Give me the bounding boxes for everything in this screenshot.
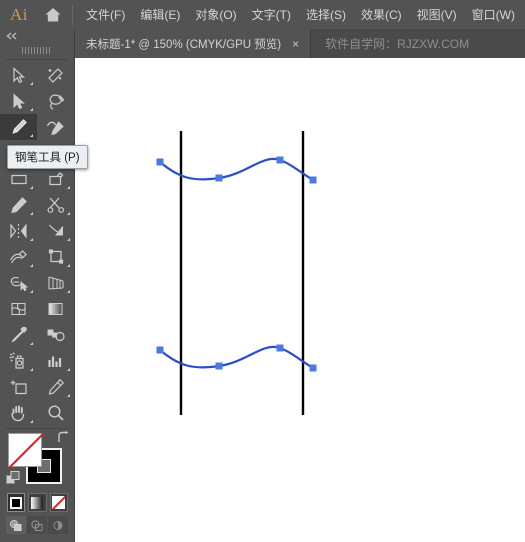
tool-grid <box>0 62 74 426</box>
wave-path-top[interactable] <box>159 157 314 181</box>
perspective-grid-tool[interactable] <box>37 270 74 296</box>
tool-flyout-indicator <box>67 238 70 241</box>
anchor-point[interactable] <box>276 344 284 352</box>
pen-tool[interactable] <box>0 114 37 140</box>
tool-flyout-indicator <box>67 212 70 215</box>
menu-view[interactable]: 视图(V) <box>410 2 464 27</box>
selection-tool[interactable] <box>0 62 37 88</box>
artboard-tool[interactable] <box>0 374 37 400</box>
rectangle-tool[interactable] <box>0 166 37 192</box>
menu-object[interactable]: 对象(O) <box>188 2 243 27</box>
panel-drag-handle[interactable] <box>0 43 74 57</box>
paintbrush-tool[interactable] <box>37 166 74 192</box>
color-mode-button[interactable] <box>7 493 26 512</box>
column-graph-tool[interactable] <box>37 348 74 374</box>
collapse-panel-icon[interactable] <box>0 29 74 43</box>
tools-panel <box>0 29 75 542</box>
tool-flyout-indicator <box>30 134 33 137</box>
menu-divider <box>72 4 73 25</box>
document-tab[interactable]: 未标题-1* @ 150% (CMYK/GPU 预览) × <box>75 29 312 58</box>
document-canvas[interactable] <box>75 58 525 542</box>
menu-file[interactable]: 文件(F) <box>79 2 132 27</box>
menu-select[interactable]: 选择(S) <box>299 2 353 27</box>
rotate-tool[interactable] <box>0 218 37 244</box>
shape-builder-tool[interactable] <box>0 270 37 296</box>
symbol-sprayer-tool[interactable] <box>0 348 37 374</box>
anchor-point[interactable] <box>215 362 223 370</box>
blend-tool[interactable] <box>37 322 74 348</box>
anchor-point[interactable] <box>276 156 284 164</box>
free-transform-tool[interactable] <box>37 244 74 270</box>
app-logo: Ai <box>10 4 28 24</box>
tool-flyout-indicator <box>67 186 70 189</box>
color-mode-group <box>0 491 75 512</box>
default-fill-stroke-icon[interactable] <box>6 471 21 491</box>
tool-flyout-indicator <box>30 368 33 371</box>
eyedropper-tool[interactable] <box>0 322 37 348</box>
draw-behind-button[interactable] <box>27 516 47 534</box>
none-mode-button[interactable] <box>49 493 68 512</box>
magic-wand-tool[interactable] <box>37 62 74 88</box>
tool-flyout-indicator <box>30 82 33 85</box>
draw-inside-button[interactable] <box>48 516 68 534</box>
tool-flyout-indicator <box>67 290 70 293</box>
gradient-tool[interactable] <box>37 296 74 322</box>
menu-type[interactable]: 文字(T) <box>245 2 298 27</box>
fill-swatch[interactable] <box>8 433 44 469</box>
anchor-point[interactable] <box>156 346 164 354</box>
scale-tool[interactable] <box>37 218 74 244</box>
menu-bar: Ai 文件(F) 编辑(E) 对象(O) 文字(T) 选择(S) 效果(C) 视… <box>0 0 525 29</box>
tool-flyout-indicator <box>30 264 33 267</box>
pencil-tool[interactable] <box>0 192 37 218</box>
anchor-point[interactable] <box>156 158 164 166</box>
scissors-tool[interactable] <box>37 192 74 218</box>
toolbar-divider <box>6 59 68 60</box>
curvature-tool[interactable] <box>37 114 74 140</box>
tool-flyout-indicator <box>30 342 33 345</box>
menu-effect[interactable]: 效果(C) <box>354 2 409 27</box>
menu-edit[interactable]: 编辑(E) <box>133 2 187 27</box>
tool-flyout-indicator <box>30 290 33 293</box>
hand-tool[interactable] <box>0 400 37 426</box>
slice-tool[interactable] <box>37 374 74 400</box>
zoom-tool[interactable] <box>37 400 74 426</box>
anchor-point[interactable] <box>309 364 317 372</box>
tool-flyout-indicator <box>30 238 33 241</box>
direct-selection-tool[interactable] <box>0 88 37 114</box>
lasso-tool[interactable] <box>37 88 74 114</box>
tool-flyout-indicator <box>30 108 33 111</box>
color-controls <box>0 429 75 542</box>
menu-window[interactable]: 窗口(W) <box>465 2 522 27</box>
screen-mode-button[interactable] <box>0 534 75 542</box>
fill-stroke-group <box>0 429 75 491</box>
menu-item-list: 文件(F) 编辑(E) 对象(O) 文字(T) 选择(S) 效果(C) 视图(V… <box>79 2 522 27</box>
document-tab-bar: 未标题-1* @ 150% (CMYK/GPU 预览) × 软件自学网：RJZX… <box>75 29 525 58</box>
pen-tool-tooltip: 钢笔工具 (P) <box>7 145 88 169</box>
draw-normal-button[interactable] <box>6 516 26 534</box>
anchor-point[interactable] <box>215 174 223 182</box>
gradient-mode-button[interactable] <box>28 493 47 512</box>
document-tab-title: 未标题-1* @ 150% (CMYK/GPU 预览) <box>86 38 282 51</box>
home-icon[interactable] <box>38 7 68 23</box>
wave-path-bottom[interactable] <box>159 345 314 369</box>
tool-flyout-indicator <box>30 212 33 215</box>
tool-flyout-indicator <box>67 264 70 267</box>
tool-flyout-indicator <box>30 420 33 423</box>
artwork-svg <box>156 131 317 415</box>
swap-fill-stroke-icon[interactable] <box>56 431 70 447</box>
tool-flyout-indicator <box>67 394 70 397</box>
close-icon[interactable]: × <box>290 38 301 50</box>
tool-flyout-indicator <box>67 368 70 371</box>
anchor-point[interactable] <box>309 176 317 184</box>
draw-mode-group <box>0 512 75 534</box>
mesh-tool[interactable] <box>0 296 37 322</box>
watermark-text: 软件自学网：RJZXW.COM <box>325 37 470 51</box>
tool-flyout-indicator <box>30 186 33 189</box>
none-slash-icon <box>8 433 44 469</box>
illustrator-window: Ai 文件(F) 编辑(E) 对象(O) 文字(T) 选择(S) 效果(C) 视… <box>0 0 525 542</box>
width-tool[interactable] <box>0 244 37 270</box>
